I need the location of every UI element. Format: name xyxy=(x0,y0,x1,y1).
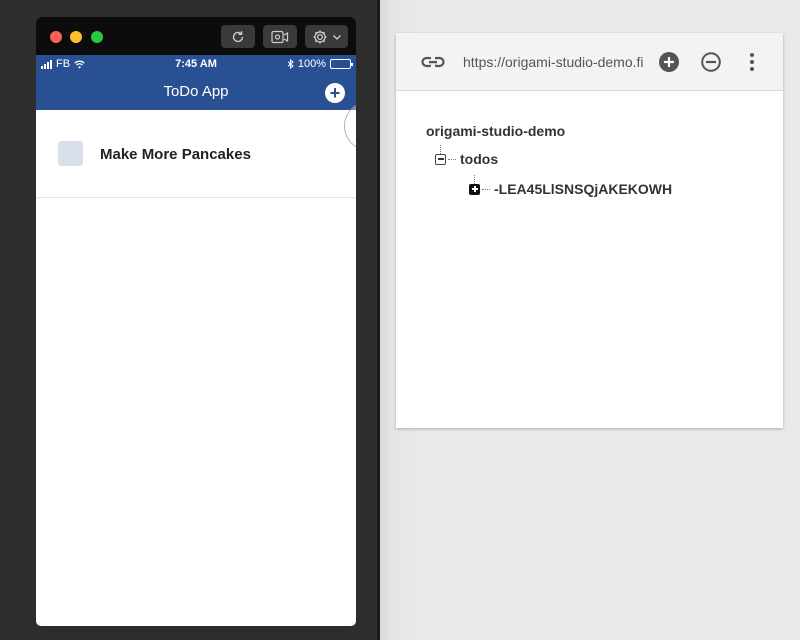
database-url[interactable]: https://origami-studio-demo.firebaseio.c… xyxy=(463,54,643,70)
record-button[interactable] xyxy=(263,25,297,48)
prototype-viewer: FB 7:45 AM 100% ToDo App + Make More Pan… xyxy=(36,17,356,626)
tree-connector xyxy=(482,188,490,190)
todo-checkbox[interactable] xyxy=(58,141,83,166)
more-vert-icon[interactable] xyxy=(748,52,756,72)
page-title: ToDo App xyxy=(163,83,229,100)
todo-label: Make More Pancakes xyxy=(100,146,251,163)
tree-node-label: -LEA45LlSNSQjAKEKOWH xyxy=(494,181,673,197)
expand-icon[interactable] xyxy=(469,183,480,195)
collapse-icon[interactable] xyxy=(435,153,446,165)
zoom-window-button[interactable] xyxy=(91,31,103,43)
remove-circle-icon[interactable] xyxy=(701,52,721,72)
chevron-down-icon xyxy=(332,34,341,40)
navigation-bar: ToDo App xyxy=(36,73,356,110)
database-panel: https://origami-studio-demo.firebaseio.c… xyxy=(396,33,783,428)
gear-icon xyxy=(313,30,326,43)
refresh-button[interactable] xyxy=(221,25,255,48)
tree-node-record[interactable]: -LEA45LlSNSQjAKEKOWH xyxy=(469,181,672,197)
bluetooth-icon xyxy=(287,59,294,69)
link-icon[interactable] xyxy=(421,52,445,72)
close-window-button[interactable] xyxy=(50,31,62,43)
battery-icon xyxy=(330,59,353,69)
tree-connector xyxy=(448,158,456,160)
settings-button[interactable] xyxy=(305,25,348,48)
tree-node-todos[interactable]: todos xyxy=(435,151,498,167)
add-circle-icon[interactable] xyxy=(659,52,679,72)
database-header: https://origami-studio-demo.firebaseio.c… xyxy=(396,33,783,91)
add-todo-button[interactable]: + xyxy=(325,83,345,103)
ios-status-bar: FB 7:45 AM 100% xyxy=(36,55,356,73)
battery-percent: 100% xyxy=(297,58,326,70)
viewer-toolbar xyxy=(36,17,356,55)
minimize-window-button[interactable] xyxy=(70,31,82,43)
refresh-icon xyxy=(232,30,244,42)
record-icon xyxy=(271,30,289,43)
list-item[interactable]: Make More Pancakes xyxy=(36,110,356,198)
tree-root[interactable]: origami-studio-demo xyxy=(426,123,565,139)
tree-node-label: todos xyxy=(460,151,499,167)
